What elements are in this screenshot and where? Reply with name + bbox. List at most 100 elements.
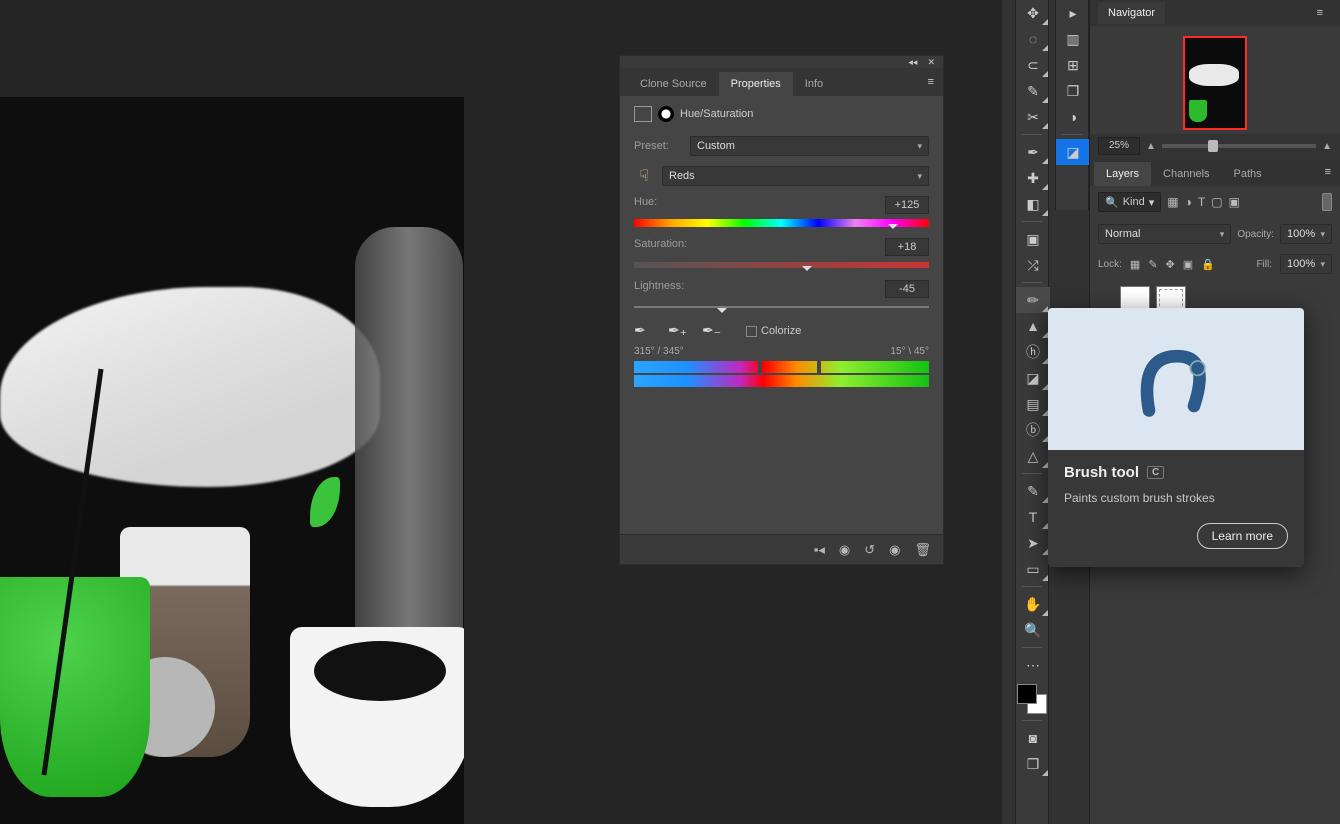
filter-adjust-icon[interactable]: ◑ xyxy=(1185,195,1192,209)
tooltip-preview xyxy=(1048,308,1304,450)
zoom-out-icon[interactable]: ▲ xyxy=(1146,141,1156,152)
lock-position-icon[interactable]: ✥ xyxy=(1166,258,1175,271)
zoom-slider[interactable] xyxy=(1162,144,1316,148)
foreground-color-swatch[interactable] xyxy=(1017,684,1037,704)
tab-info[interactable]: Info xyxy=(793,72,835,96)
view-previous-icon[interactable]: ◉ xyxy=(839,542,850,558)
eyedropper-subtract-icon[interactable]: ✒₋ xyxy=(702,322,720,340)
blur-tool-icon[interactable]: ⓑ xyxy=(1016,417,1050,443)
filter-toggle[interactable] xyxy=(1322,193,1332,211)
panel-titlebar[interactable]: ◂◂ ✕ xyxy=(620,56,943,68)
delete-icon[interactable]: 🗑 xyxy=(914,542,931,558)
color-swatches[interactable] xyxy=(1017,684,1047,714)
lightness-slider[interactable] xyxy=(634,302,929,312)
saturation-slider[interactable] xyxy=(634,260,929,270)
pen-tool-icon[interactable]: ✎ xyxy=(1016,478,1050,504)
type-tool-icon[interactable]: T xyxy=(1016,504,1050,530)
lock-transparent-icon[interactable]: ▦ xyxy=(1130,258,1140,271)
lock-image-icon[interactable]: ✎ xyxy=(1148,258,1157,271)
eyedropper-icon[interactable]: ✒ xyxy=(634,322,652,340)
tab-clone-source[interactable]: Clone Source xyxy=(628,72,719,96)
quick-mask-icon[interactable]: ◙ xyxy=(1016,725,1050,751)
frame-tool-icon[interactable]: ▣ xyxy=(1016,226,1050,252)
tab-paths[interactable]: Paths xyxy=(1222,162,1274,186)
chevron-down-icon: ▾ xyxy=(1320,259,1325,270)
healing-tool-icon[interactable]: ✚ xyxy=(1016,165,1050,191)
hue-slider-thumb[interactable] xyxy=(888,224,898,234)
properties-panel[interactable]: ◂◂ ✕ Clone Source Properties Info ≡ Hue/… xyxy=(619,55,944,565)
lock-artboard-icon[interactable]: ▣ xyxy=(1183,258,1193,271)
zoom-value[interactable]: 25% xyxy=(1098,137,1140,155)
lock-all-icon[interactable]: 🔒 xyxy=(1201,258,1215,271)
filter-kind-select[interactable]: 🔍 Kind ▾ xyxy=(1098,192,1161,212)
navigator-menu-icon[interactable]: ≡ xyxy=(1317,7,1324,19)
color-range-bar-secondary[interactable] xyxy=(634,375,929,387)
pattern-panel-icon[interactable]: ◪ xyxy=(1056,139,1090,165)
colorize-checkbox[interactable]: Colorize xyxy=(746,325,801,337)
preset-select[interactable]: Custom ▾ xyxy=(690,136,929,156)
learn-more-button[interactable]: Learn more xyxy=(1197,523,1288,549)
blend-mode-select[interactable]: Normal ▾ xyxy=(1098,224,1231,244)
eraser-tool-icon[interactable]: ◪ xyxy=(1016,365,1050,391)
zoom-in-icon[interactable]: ▲ xyxy=(1322,141,1332,152)
path-select-tool-icon[interactable]: ➤ xyxy=(1016,530,1050,556)
patch-tool-icon[interactable]: ◧ xyxy=(1016,191,1050,217)
filter-smart-icon[interactable]: ▣ xyxy=(1229,195,1240,209)
navigator-thumbnail[interactable] xyxy=(1183,36,1247,130)
quick-select-tool-icon[interactable]: ✎ xyxy=(1016,78,1050,104)
lasso-tool-icon[interactable]: ⊂ xyxy=(1016,52,1050,78)
reset-icon[interactable]: ↺ xyxy=(864,542,875,558)
clip-to-layer-icon[interactable]: ▪◂ xyxy=(814,542,825,558)
edit-toolbar-icon[interactable]: ⋯ xyxy=(1016,652,1050,678)
dodge-tool-icon[interactable]: △ xyxy=(1016,443,1050,469)
collapsed-panels-dock: ▸ ▥ ⊞ ❐ ◑ ◪ xyxy=(1055,0,1089,210)
filter-pixel-icon[interactable]: ▦ xyxy=(1167,195,1178,209)
history-brush-tool-icon[interactable]: ⓗ xyxy=(1016,339,1050,365)
color-range-right: 15° \ 45° xyxy=(890,346,929,357)
saturation-value[interactable]: +18 xyxy=(885,238,929,256)
color-panel-icon[interactable]: ◑ xyxy=(1056,104,1090,130)
shape-tool-icon[interactable]: ▭ xyxy=(1016,556,1050,582)
panel-close-icon[interactable]: ✕ xyxy=(927,57,935,68)
swatches-grid-icon[interactable]: ⊞ xyxy=(1056,52,1090,78)
screen-mode-icon[interactable]: ❐ xyxy=(1016,751,1050,777)
hue-slider[interactable] xyxy=(634,218,929,228)
filter-shape-icon[interactable]: ▢ xyxy=(1211,195,1222,209)
panel-collapse-icon[interactable]: ◂◂ xyxy=(908,57,917,68)
shuffle-tool-icon[interactable]: ⤮ xyxy=(1016,252,1050,278)
tab-properties[interactable]: Properties xyxy=(719,72,793,96)
filter-type-icon[interactable]: T xyxy=(1198,195,1205,209)
opacity-value: 100% xyxy=(1287,228,1315,240)
zoom-slider-thumb[interactable] xyxy=(1208,140,1218,152)
document-canvas[interactable] xyxy=(0,97,464,824)
color-range-bar[interactable] xyxy=(634,361,929,373)
eyedropper-add-icon[interactable]: ✒₊ xyxy=(668,322,686,340)
zoom-tool-icon[interactable]: 🔍 xyxy=(1016,617,1050,643)
tab-channels[interactable]: Channels xyxy=(1151,162,1221,186)
tab-navigator[interactable]: Navigator xyxy=(1098,2,1165,24)
fill-select[interactable]: 100% ▾ xyxy=(1280,254,1332,274)
lightness-slider-thumb[interactable] xyxy=(717,308,727,318)
libraries-panel-icon[interactable]: ❐ xyxy=(1056,78,1090,104)
move-tool-icon[interactable]: ✥ xyxy=(1016,0,1050,26)
gradient-tool-icon[interactable]: ▤ xyxy=(1016,391,1050,417)
lightness-value[interactable]: -45 xyxy=(885,280,929,298)
brush-tool-icon[interactable]: ✏ xyxy=(1016,287,1050,313)
layers-menu-icon[interactable]: ≡ xyxy=(1325,166,1332,178)
clone-stamp-tool-icon[interactable]: ▲ xyxy=(1016,313,1050,339)
toggle-visibility-icon[interactable]: ◉ xyxy=(889,542,900,558)
histogram-panel-icon[interactable]: ▥ xyxy=(1056,26,1090,52)
hue-value[interactable]: +125 xyxy=(885,196,929,214)
tab-layers[interactable]: Layers xyxy=(1094,162,1151,186)
eyedropper-tool-icon[interactable]: ✒ xyxy=(1016,139,1050,165)
channel-select[interactable]: Reds ▾ xyxy=(662,166,929,186)
panel-menu-icon[interactable]: ≡ xyxy=(928,76,935,88)
actions-panel-icon[interactable]: ▸ xyxy=(1056,0,1090,26)
hand-tool-icon[interactable]: ✋ xyxy=(1016,591,1050,617)
crop-tool-icon[interactable]: ✂ xyxy=(1016,104,1050,130)
opacity-select[interactable]: 100% ▾ xyxy=(1280,224,1332,244)
lightness-label: Lightness: xyxy=(634,280,684,298)
saturation-slider-thumb[interactable] xyxy=(802,266,812,276)
targeted-adjust-icon[interactable]: ☟ xyxy=(634,166,654,186)
marquee-tool-icon[interactable]: ◌ xyxy=(1016,26,1050,52)
